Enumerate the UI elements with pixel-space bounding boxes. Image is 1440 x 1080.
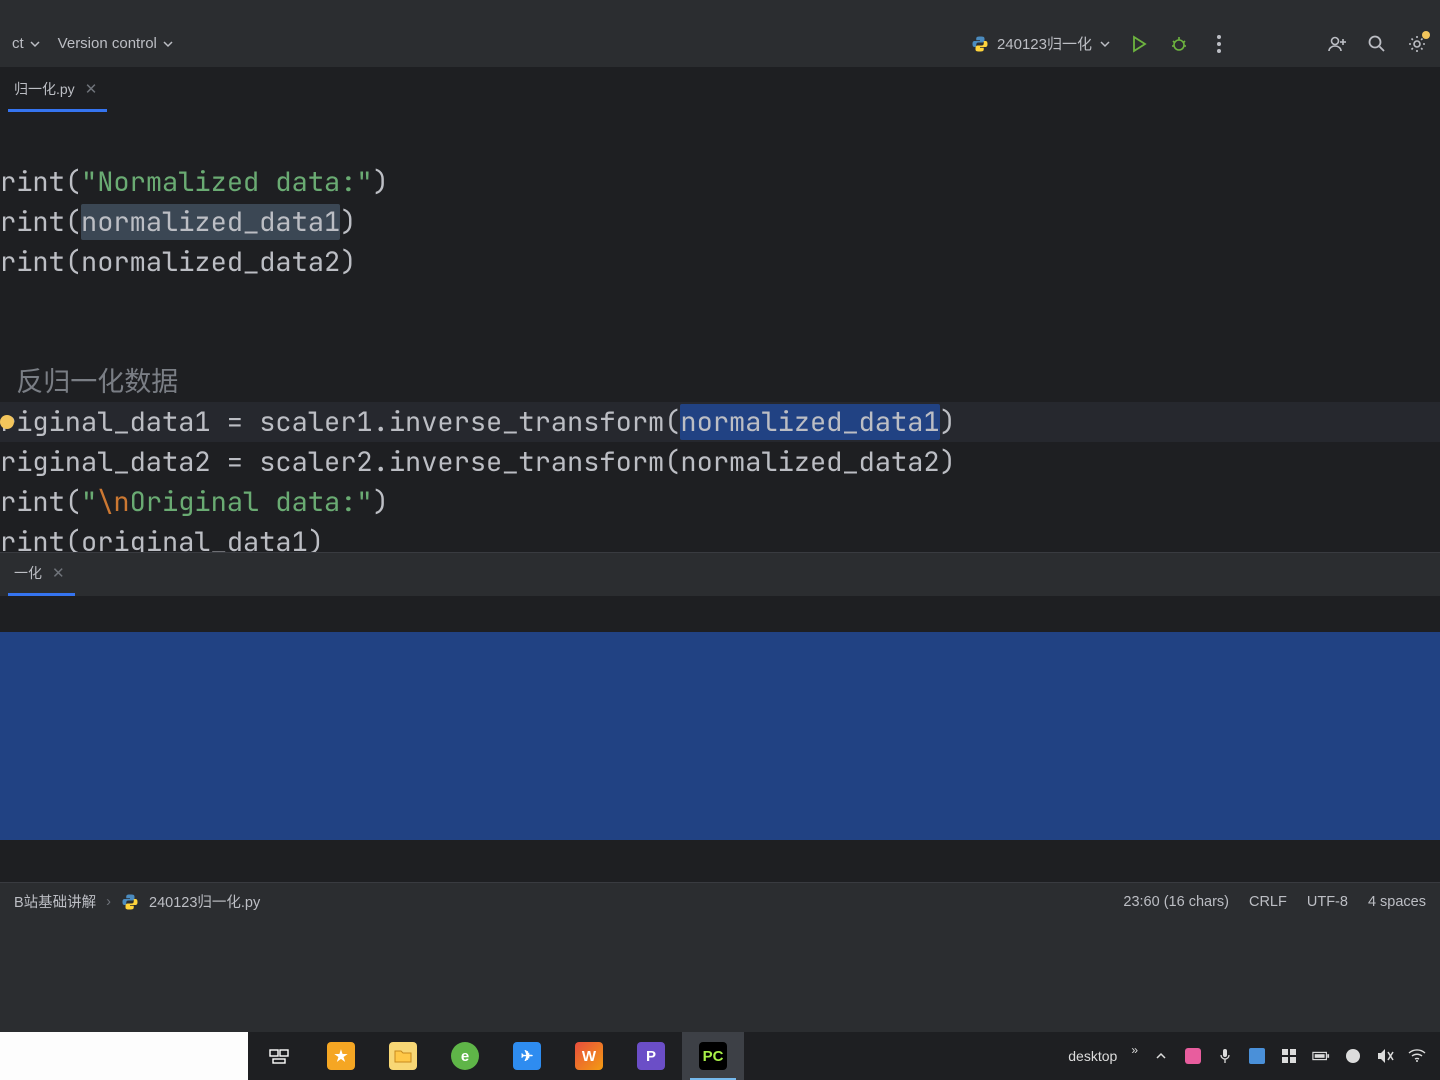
taskbar-app-dingtalk[interactable]: ✈ [496,1032,558,1080]
project-label: ct [12,35,24,52]
tray-wifi-icon[interactable] [1408,1047,1426,1065]
tray-app4-icon[interactable] [1344,1047,1362,1065]
tool-tab[interactable]: 一化 ✕ [8,553,75,596]
taskbar-search[interactable] [0,1032,248,1080]
taskbar-app-wps[interactable]: W [558,1032,620,1080]
chevron-right-icon: › [106,894,111,910]
settings-button[interactable] [1406,33,1428,55]
tray-mic-icon[interactable] [1216,1047,1234,1065]
tray-overflow-icon[interactable]: » [1131,1043,1138,1057]
chevron-down-icon [30,39,40,49]
editor-tab[interactable]: 归一化.py ✕ [8,69,107,112]
search-button[interactable] [1366,33,1388,55]
code-with-me-button[interactable] [1326,33,1348,55]
tool-output-selection[interactable] [0,632,1440,840]
taskbar-app-explorer[interactable] [372,1032,434,1080]
cursor-position[interactable]: 23:60 (16 chars) [1123,894,1229,910]
run-config-dropdown[interactable]: 240123归一化 [971,33,1110,54]
close-tool-tab-button[interactable]: ✕ [52,564,65,582]
tray-volume-icon[interactable] [1376,1047,1394,1065]
chevron-down-icon [1100,39,1110,49]
indent-setting[interactable]: 4 spaces [1368,894,1426,910]
windows-taskbar: ★ e ✈ W P PC desktop » [0,1032,1440,1080]
tray-battery-icon[interactable] [1312,1047,1330,1065]
line-separator[interactable]: CRLF [1249,894,1287,910]
editor-tabbar: 归一化.py ✕ [0,68,1440,112]
file-encoding[interactable]: UTF-8 [1307,894,1348,910]
tab-filename: 归一化.py [14,79,75,99]
main-toolbar: ct Version control 240123归一化 [0,20,1440,68]
tray-app-icon[interactable] [1184,1047,1202,1065]
task-view-button[interactable] [248,1032,310,1080]
tray-app2-icon[interactable] [1248,1047,1266,1065]
taskbar-app-pycharm[interactable]: PC [682,1032,744,1080]
debug-button[interactable] [1168,33,1190,55]
tool-window-tabbar: 一化 ✕ [0,552,1440,596]
breadcrumb[interactable]: B站基础讲解 › 240123归一化.py [14,891,260,912]
taskbar-app-star[interactable]: ★ [310,1032,372,1080]
run-button[interactable] [1128,33,1150,55]
tray-app3-icon[interactable] [1280,1047,1298,1065]
system-tray: desktop » [1068,1047,1440,1065]
run-config-name: 240123归一化 [997,33,1092,54]
taskbar-app-browser[interactable]: e [434,1032,496,1080]
python-icon [121,893,139,911]
status-bar: B站基础讲解 › 240123归一化.py 23:60 (16 chars) C… [0,882,1440,920]
more-button[interactable] [1208,33,1230,55]
tool-tab-label: 一化 [14,563,42,583]
project-dropdown[interactable]: ct [12,35,40,52]
taskbar-app-pixso[interactable]: P [620,1032,682,1080]
code-editor[interactable]: rint("Normalized data:") rint(normalized… [0,112,1440,552]
tray-chevron-icon[interactable] [1152,1047,1170,1065]
breadcrumb-folder[interactable]: B站基础讲解 [14,891,96,912]
intention-bulb-icon[interactable] [0,415,14,429]
notification-dot-icon [1422,31,1430,39]
tool-output-bottom [0,840,1440,882]
chevron-down-icon [163,39,173,49]
show-desktop-label[interactable]: desktop [1068,1048,1117,1064]
python-icon [971,35,989,53]
breadcrumb-file[interactable]: 240123归一化.py [149,891,260,912]
vcs-label: Version control [58,35,157,52]
version-control-dropdown[interactable]: Version control [58,35,173,52]
close-tab-button[interactable]: ✕ [85,80,98,98]
more-icon [1217,35,1221,53]
tool-output-top [0,596,1440,632]
